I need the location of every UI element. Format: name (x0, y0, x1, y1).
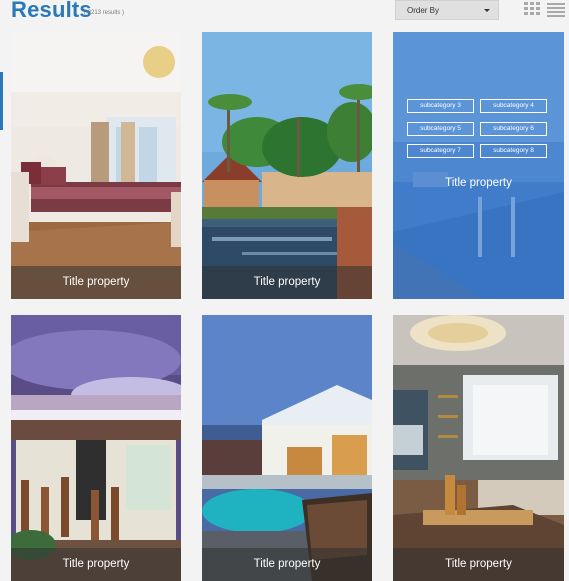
order-by-label: Order By (407, 6, 440, 15)
property-card[interactable]: Title property (393, 315, 564, 581)
property-card[interactable]: Title property (202, 32, 372, 299)
subcategory-tag[interactable]: subcategory 3 (407, 99, 474, 113)
subcategory-tag[interactable]: subcategory 7 (407, 144, 474, 158)
subcategory-tag[interactable]: subcategory 8 (480, 144, 547, 158)
subcategory-tag[interactable]: subcategory 6 (480, 122, 547, 136)
page-title: Results (11, 0, 92, 22)
property-card[interactable]: Title property (11, 315, 181, 581)
sidebar-indicator (0, 72, 3, 130)
subcategory-tag[interactable]: subcategory 5 (407, 122, 474, 136)
property-photo-palm-pool (202, 32, 372, 299)
property-photo-living-room (393, 315, 564, 581)
property-title[interactable]: Title property (393, 548, 564, 581)
chevron-down-icon (484, 9, 490, 12)
property-title[interactable]: Title property (202, 548, 372, 581)
property-title[interactable]: Title property (11, 266, 181, 299)
subcategory-tag[interactable]: subcategory 4 (480, 99, 547, 113)
property-photo-modern-house (11, 315, 181, 581)
list-view-icon[interactable] (547, 2, 565, 17)
hover-overlay (393, 32, 564, 299)
order-by-select[interactable]: Order By (395, 0, 499, 20)
property-card[interactable]: Title property (11, 32, 181, 299)
property-photo-house-pool (202, 315, 372, 581)
property-title[interactable]: Title property (393, 177, 564, 189)
property-card[interactable]: Title property (202, 315, 372, 581)
property-title[interactable]: Title property (11, 548, 181, 581)
results-count: ( 2213 results ) (84, 10, 125, 16)
property-photo-bedroom (11, 32, 181, 299)
results-header: Results ( 2213 results ) Order By (0, 0, 569, 30)
grid-view-icon[interactable] (524, 2, 541, 16)
property-card-hovered[interactable]: subcategory 3 subcategory 4 subcategory … (393, 32, 564, 299)
property-title[interactable]: Title property (202, 266, 372, 299)
